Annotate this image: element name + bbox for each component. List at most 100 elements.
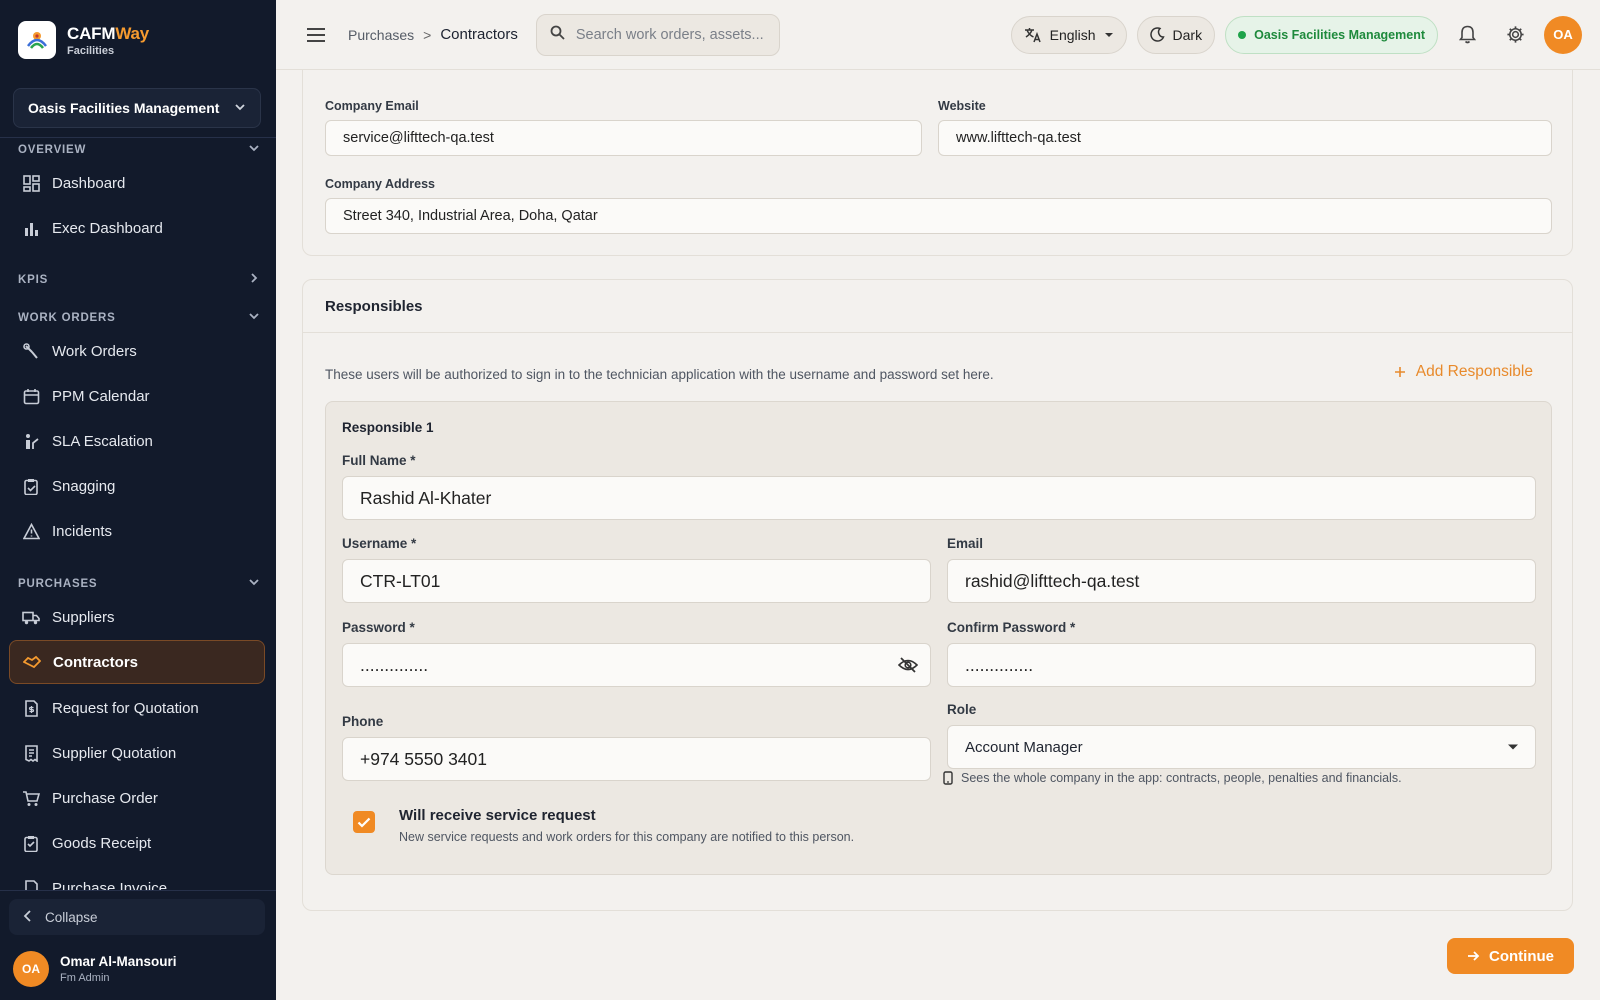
company-email-input[interactable]: [343, 130, 921, 146]
bell-icon[interactable]: [1448, 16, 1486, 54]
phone-input[interactable]: [360, 748, 930, 770]
gear-icon[interactable]: [1496, 16, 1534, 54]
add-responsible-button[interactable]: Add Responsible: [1394, 363, 1533, 381]
add-responsible-label: Add Responsible: [1415, 363, 1533, 380]
clipboard-list-icon: [21, 833, 41, 853]
theme-toggle[interactable]: Dark: [1136, 15, 1216, 54]
password-field[interactable]: [342, 643, 931, 687]
password-input[interactable]: [360, 654, 930, 676]
company-address-input[interactable]: [343, 208, 1551, 224]
confirm-password-input[interactable]: [965, 654, 1535, 676]
confirm-password-field[interactable]: [947, 643, 1536, 687]
section-purchases[interactable]: PURCHASES: [18, 576, 260, 591]
section-work-orders[interactable]: WORK ORDERS: [18, 310, 260, 325]
brand-logo-icon: [18, 21, 56, 59]
search-input[interactable]: [575, 26, 766, 43]
responsibles-title: Responsibles: [303, 280, 1572, 333]
full-name-input[interactable]: [360, 487, 1535, 509]
website-input[interactable]: [956, 130, 1551, 146]
phone-field[interactable]: [342, 737, 931, 781]
sidebar-item-purchase-invoice[interactable]: Purchase Invoice: [9, 866, 265, 890]
sidebar-item-dashboard[interactable]: Dashboard: [9, 161, 265, 205]
sidebar-item-work-orders[interactable]: Work Orders: [9, 329, 265, 373]
section-kpis[interactable]: KPIS: [18, 272, 260, 287]
chevron-down-icon: [248, 576, 260, 591]
sidebar: CAFMWay Facilities Oasis Facilities Mana…: [0, 0, 276, 1000]
escalation-icon: [21, 431, 41, 451]
caret-down-icon: [1104, 32, 1114, 38]
company-email-field[interactable]: [325, 120, 922, 156]
sidebar-item-purchase-order[interactable]: Purchase Order: [9, 776, 265, 820]
collapse-button[interactable]: Collapse: [9, 899, 265, 935]
brand-name: CAFMWay: [67, 23, 150, 43]
breadcrumb-separator: >: [423, 26, 432, 43]
sidebar-item-supplier-quotation[interactable]: Supplier Quotation: [9, 731, 265, 775]
website-field[interactable]: [938, 120, 1552, 156]
chevron-down-icon: [234, 100, 246, 116]
translate-icon: [1024, 27, 1042, 43]
sidebar-item-exec-dashboard[interactable]: Exec Dashboard: [9, 206, 265, 250]
warning-icon: [21, 521, 41, 541]
section-purchases-label: PURCHASES: [18, 577, 98, 590]
company-email-label: Company Email: [325, 99, 419, 113]
role-hint: Sees the whole company in the app: contr…: [943, 771, 1402, 785]
email-input[interactable]: [965, 570, 1535, 592]
language-label: English: [1049, 26, 1096, 43]
sidebar-item-label: Contractors: [53, 653, 139, 671]
full-name-field[interactable]: [342, 476, 1536, 520]
company-address-field[interactable]: [325, 198, 1552, 234]
language-selector[interactable]: English: [1010, 15, 1127, 54]
email-field[interactable]: [947, 559, 1536, 603]
service-request-label: Will receive service request: [399, 807, 596, 824]
org-selector[interactable]: Oasis Facilities Management: [13, 88, 261, 128]
menu-icon[interactable]: [304, 23, 328, 47]
section-overview[interactable]: OVERVIEW: [18, 142, 260, 157]
org-selector-label: Oasis Facilities Management: [28, 100, 220, 116]
sidebar-item-label: Purchase Order: [52, 789, 158, 807]
role-hint-text: Sees the whole company in the app: contr…: [961, 771, 1402, 785]
sidebar-item-label: Request for Quotation: [52, 699, 199, 717]
breadcrumb-current: Contractors: [440, 26, 518, 43]
confirm-password-label: Confirm Password *: [947, 620, 1076, 635]
company-address-label: Company Address: [325, 177, 435, 191]
eye-off-icon[interactable]: [898, 657, 918, 673]
username-input[interactable]: [360, 570, 930, 592]
collapse-label: Collapse: [45, 909, 98, 925]
sidebar-item-ppm-calendar[interactable]: PPM Calendar: [9, 374, 265, 418]
responsible-item: Responsible 1 Full Name * Username * Ema…: [325, 401, 1552, 875]
continue-button[interactable]: Continue: [1447, 938, 1574, 974]
responsibles-card: Responsibles These users will be authori…: [302, 279, 1573, 911]
sidebar-item-label: Incidents: [52, 522, 113, 540]
sidebar-footer: Collapse OA Omar Al-Mansouri Fm Admin: [0, 890, 276, 1000]
sidebar-item-incidents[interactable]: Incidents: [9, 509, 265, 553]
status-dot-icon: [1238, 30, 1247, 39]
plus-icon: [1394, 366, 1406, 378]
phone-icon: [943, 771, 953, 785]
chevron-left-icon: [23, 909, 33, 925]
sidebar-item-snagging[interactable]: Snagging: [9, 464, 265, 508]
breadcrumb-parent[interactable]: Purchases: [348, 27, 414, 43]
sidebar-item-goods-receipt[interactable]: Goods Receipt: [9, 821, 265, 865]
cart-icon: [21, 788, 41, 808]
org-badge[interactable]: Oasis Facilities Management: [1225, 15, 1438, 54]
username-field[interactable]: [342, 559, 931, 603]
email-label: Email: [947, 536, 984, 551]
service-request-checkbox[interactable]: [353, 811, 375, 833]
invoice-icon: [21, 878, 41, 890]
chevron-down-icon: [248, 142, 260, 157]
document-dollar-icon: [21, 698, 41, 718]
sidebar-item-rfq[interactable]: Request for Quotation: [9, 686, 265, 730]
brand[interactable]: CAFMWay Facilities: [0, 0, 276, 80]
continue-label: Continue: [1489, 947, 1554, 965]
sidebar-nav: OVERVIEW Dashboard Exec Dashboard KPIS W…: [0, 138, 276, 890]
sidebar-item-sla-escalation[interactable]: SLA Escalation: [9, 419, 265, 463]
sidebar-item-label: Work Orders: [52, 342, 137, 360]
section-overview-label: OVERVIEW: [18, 143, 87, 156]
search-box[interactable]: [535, 13, 780, 56]
sidebar-item-suppliers[interactable]: Suppliers: [9, 595, 265, 639]
role-select[interactable]: Account Manager: [947, 725, 1536, 769]
user-profile[interactable]: OA Omar Al-Mansouri Fm Admin: [13, 951, 177, 987]
sidebar-item-label: Goods Receipt: [52, 834, 152, 852]
sidebar-item-contractors[interactable]: Contractors: [9, 640, 265, 684]
avatar[interactable]: OA: [1544, 15, 1582, 54]
